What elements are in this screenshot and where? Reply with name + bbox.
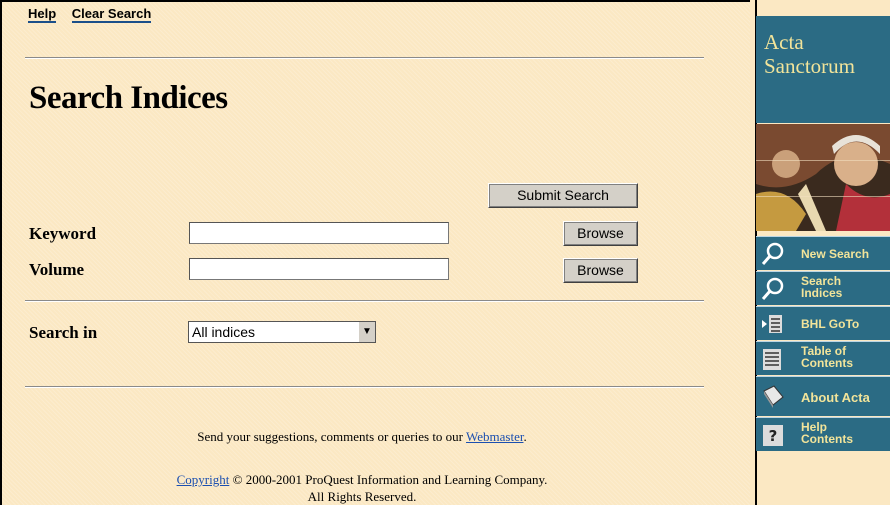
search-in-label: Search in — [29, 323, 98, 342]
rights-line: All Rights Reserved. — [307, 489, 417, 504]
sidebar-item-table-of-contents[interactable]: Table of Contents — [756, 341, 890, 375]
chevron-down-icon[interactable]: ▼ — [358, 322, 375, 342]
sidebar-item-line2: Contents — [801, 356, 853, 370]
webmaster-link[interactable]: Webmaster — [466, 429, 523, 444]
list-arrow-icon — [762, 315, 782, 333]
sidebar-item-help-contents[interactable]: ? Help Contents — [756, 417, 890, 451]
sidebar-item-label: Table of Contents — [801, 345, 853, 369]
help-icon: ? — [763, 425, 783, 446]
book-icon — [763, 385, 784, 408]
magnifier-icon — [761, 242, 784, 265]
brand-logo: Acta Sanctorum — [756, 16, 890, 123]
submit-search-button[interactable]: Submit Search — [488, 183, 638, 208]
sidebar-item-about-acta[interactable]: About Acta — [756, 376, 890, 416]
copyright-link[interactable]: Copyright — [177, 472, 230, 487]
sidebar-item-bhl-goto[interactable]: BHL GoTo — [756, 306, 890, 340]
search-in-value: All indices — [192, 324, 256, 340]
copyright-text: © 2000-2001 ProQuest Information and Lea… — [232, 472, 548, 487]
copyright-line: Copyright © 2000-2001 ProQuest Informati… — [2, 472, 722, 488]
sidebar-item-label: Search Indices — [801, 275, 842, 299]
main-content: Help Clear Search Search Indices Submit … — [0, 0, 750, 505]
page-title: Search Indices — [29, 80, 228, 116]
help-link[interactable]: Help — [28, 6, 57, 23]
saint-painting-image — [756, 124, 890, 231]
sidebar-item-label: About Acta — [801, 390, 870, 405]
divider-top — [25, 57, 704, 59]
sidebar-item-line2: Indices — [801, 286, 843, 300]
clear-search-link[interactable]: Clear Search — [71, 6, 152, 23]
suggestions-period: . — [523, 429, 527, 444]
sidebar-item-search-indices[interactable]: Search Indices — [756, 271, 890, 305]
keyword-input[interactable] — [189, 222, 449, 244]
sidebar-item-label: Help Contents — [801, 421, 853, 445]
sidebar-item-label: BHL GoTo — [801, 317, 860, 331]
divider-middle — [25, 300, 704, 302]
sidebar-item-new-search[interactable]: New Search — [756, 236, 890, 270]
divider-bottom — [25, 386, 704, 388]
sidebar-item-line2: Contents — [801, 432, 853, 446]
volume-browse-button[interactable]: Browse — [563, 258, 638, 283]
keyword-browse-button[interactable]: Browse — [563, 221, 638, 246]
keyword-label: Keyword — [29, 224, 97, 243]
volume-label: Volume — [29, 260, 85, 279]
svg-text:?: ? — [769, 427, 778, 445]
volume-input[interactable] — [189, 258, 449, 280]
sidebar-item-label: New Search — [801, 247, 870, 261]
magnifier-icon — [761, 277, 784, 300]
brand-line-1: Acta — [764, 30, 804, 54]
top-nav: Help Clear Search — [28, 6, 163, 23]
list-icon — [763, 349, 781, 370]
suggestions-text: Send your suggestions, comments or queri… — [197, 429, 464, 444]
brand-line-2: Sanctorum — [764, 54, 855, 78]
suggestions-line: Send your suggestions, comments or queri… — [2, 429, 722, 445]
search-in-select[interactable]: All indices ▼ — [188, 321, 376, 343]
